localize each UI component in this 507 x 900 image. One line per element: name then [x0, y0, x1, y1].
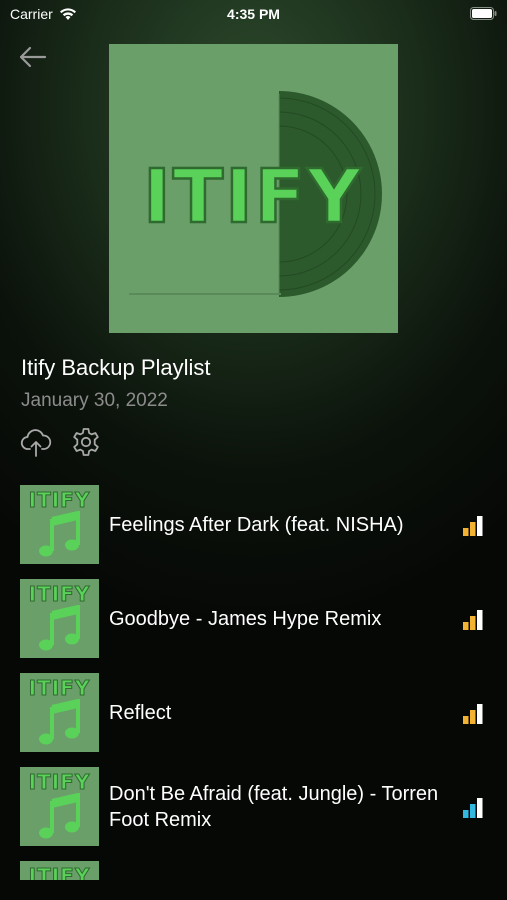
playlist-title: Itify Backup Playlist — [21, 355, 211, 380]
playlist-actions — [20, 426, 102, 458]
track-name — [109, 861, 447, 880]
track-artwork: ITIFY — [20, 579, 99, 658]
track-row[interactable]: ITIFY Goodbye - James Hype Remix — [0, 579, 507, 659]
thumb-word: ITIFY — [28, 676, 91, 701]
clock: 4:35 PM — [227, 6, 280, 22]
track-row[interactable]: ITIFY Feelings After Dark (feat. NISHA) — [0, 485, 507, 565]
settings-button[interactable] — [70, 426, 102, 458]
thumb-word: ITIFY — [28, 488, 91, 513]
track-artwork: ITIFY — [20, 861, 99, 880]
signal-bars-icon — [463, 610, 483, 630]
status-bar: Carrier 4:35 PM — [0, 0, 507, 28]
music-note-icon — [39, 605, 80, 651]
track-row[interactable]: ITIFY — [0, 861, 507, 880]
track-artwork: ITIFY — [20, 767, 99, 846]
thumb-word: ITIFY — [28, 582, 91, 607]
track-row[interactable]: ITIFY Reflect — [0, 673, 507, 753]
back-button[interactable] — [16, 42, 50, 72]
track-artwork: ITIFY — [20, 485, 99, 564]
track-row[interactable]: ITIFY Don't Be Afraid (feat. Jungle) - To… — [0, 767, 507, 847]
music-note-icon — [39, 699, 80, 745]
thumb-word: ITIFY — [28, 864, 91, 881]
track-name: Feelings After Dark (feat. NISHA) — [109, 514, 404, 536]
upload-button[interactable] — [20, 426, 52, 458]
back-arrow-icon — [19, 46, 47, 68]
track-artwork: ITIFY — [20, 673, 99, 752]
signal-bars-icon — [463, 516, 483, 536]
music-note-icon — [39, 793, 80, 839]
playlist-cover: ITIFY — [109, 44, 398, 333]
signal-bars-icon — [463, 798, 483, 818]
music-note-icon — [39, 511, 80, 557]
signal-bars-icon — [463, 704, 483, 724]
thumb-word: ITIFY — [28, 770, 91, 795]
cloud-upload-icon — [20, 429, 52, 457]
battery-icon — [470, 7, 497, 20]
cover-artwork: ITIFY — [109, 44, 398, 333]
gear-icon — [73, 428, 99, 456]
track-name: Reflect — [109, 702, 172, 724]
track-name: Goodbye - James Hype Remix — [109, 608, 382, 630]
cover-word: ITIFY — [143, 154, 363, 240]
track-name: Don't Be Afraid (feat. Jungle) - Torren … — [109, 783, 439, 831]
track-list[interactable]: ITIFY Feelings After Dark (feat. NISHA) IT… — [0, 485, 507, 880]
playlist-date: January 30, 2022 — [21, 390, 168, 411]
